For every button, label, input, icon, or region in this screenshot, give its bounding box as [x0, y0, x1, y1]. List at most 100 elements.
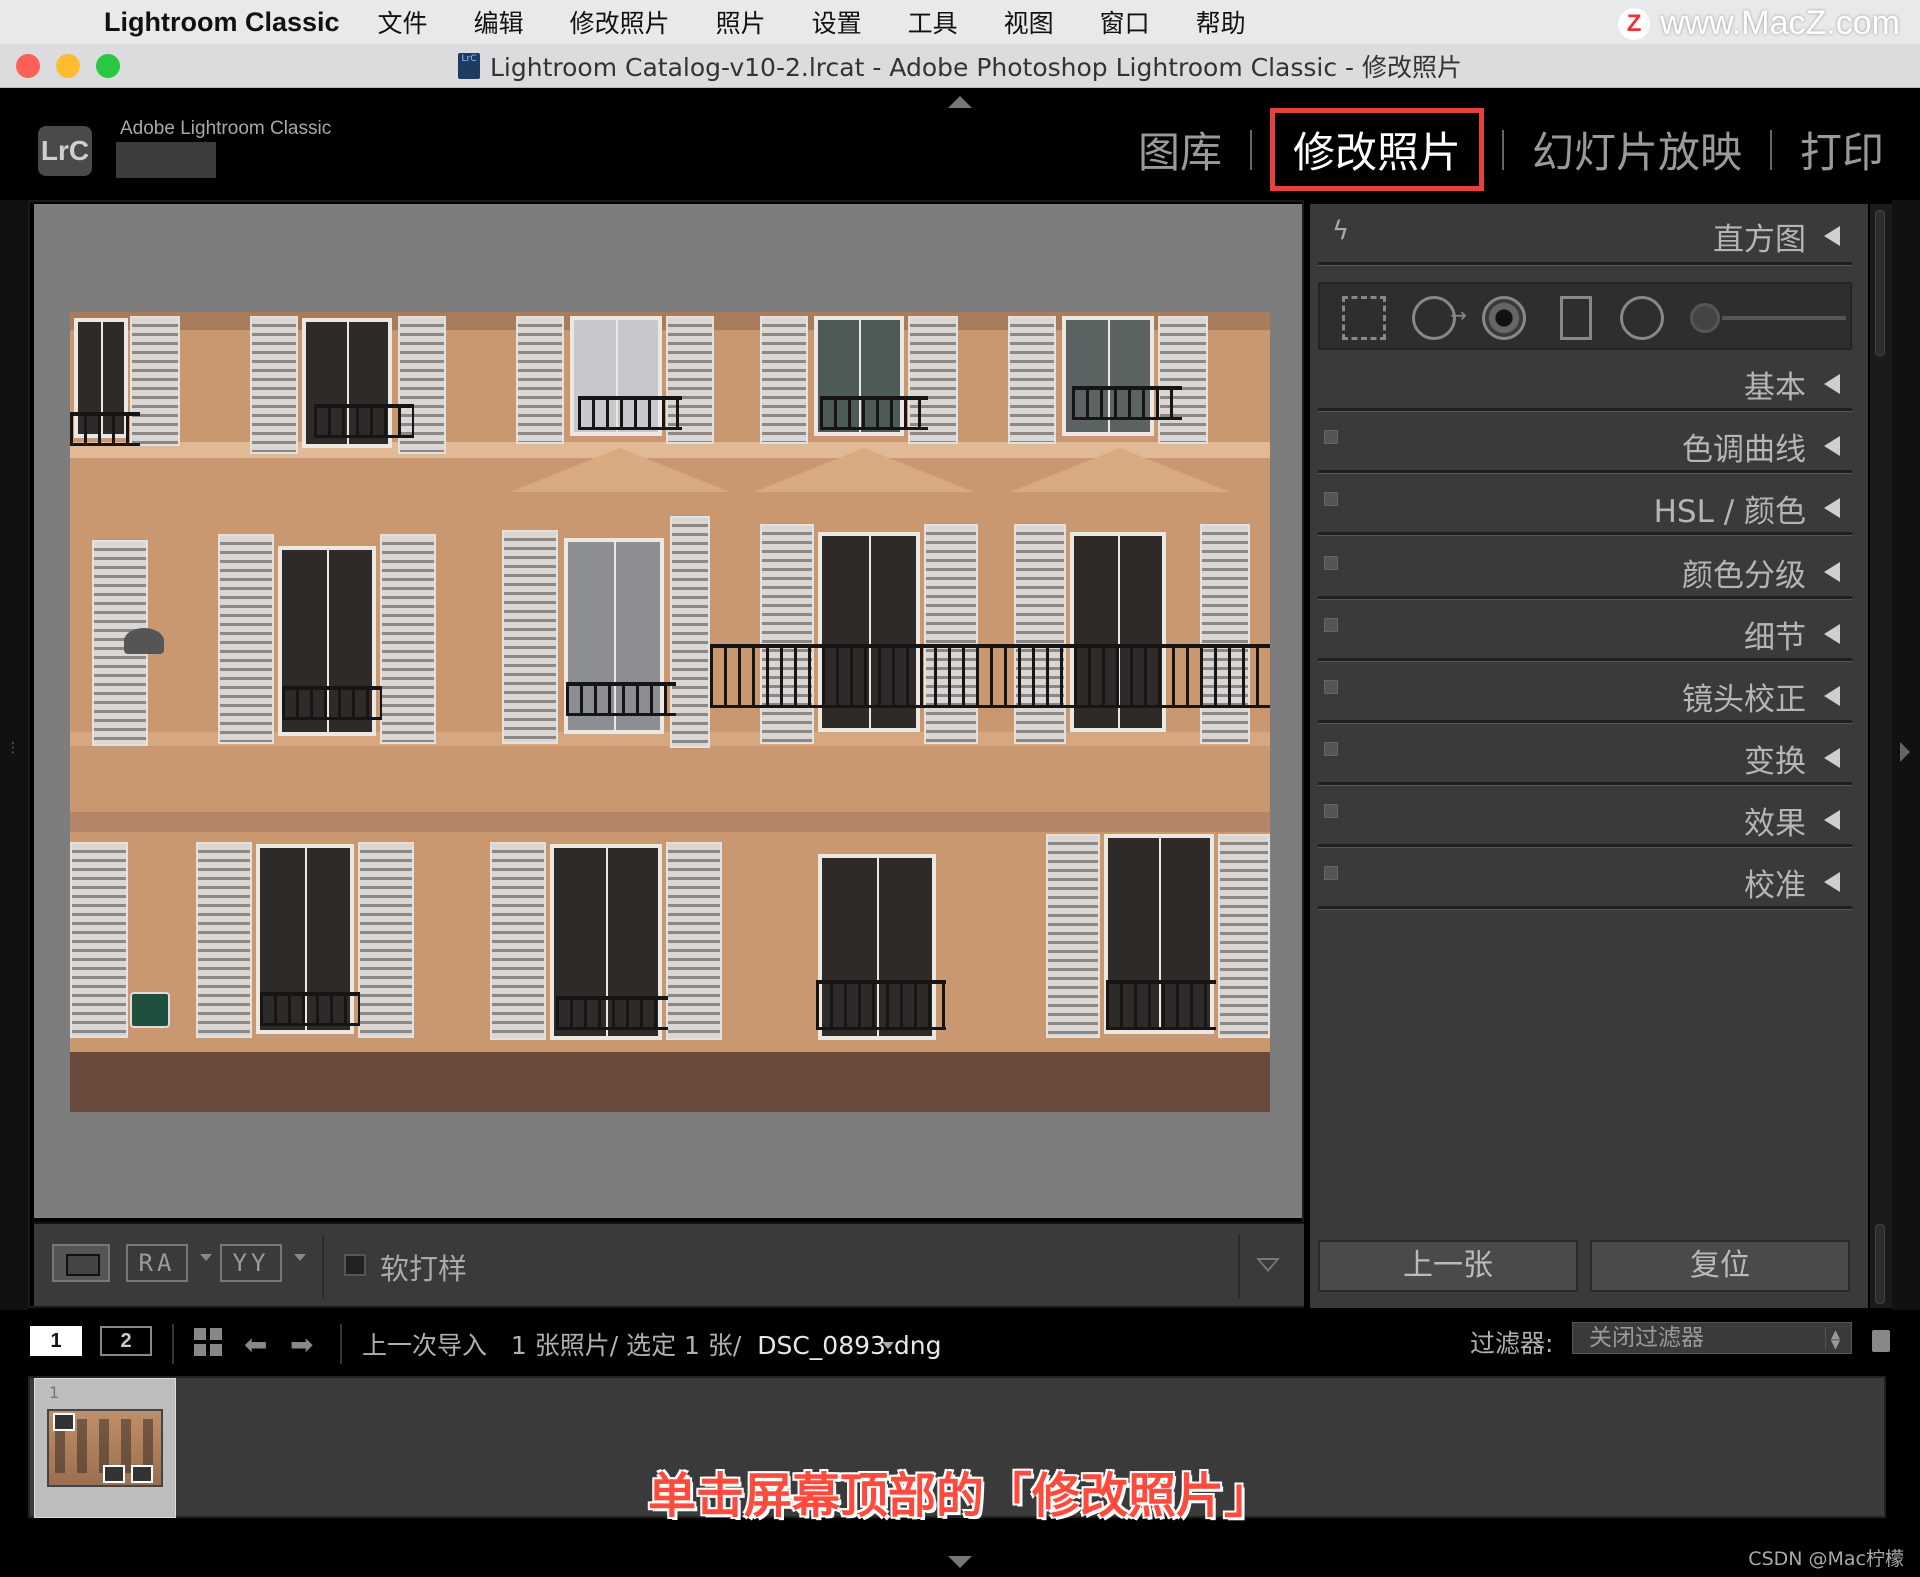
section-label[interactable]: 校准 — [1744, 860, 1806, 905]
menu-tools[interactable]: 工具 — [908, 4, 958, 40]
section-label[interactable]: 效果 — [1744, 798, 1806, 843]
section-toggle[interactable] — [1324, 680, 1338, 694]
left-panel-grip-icon[interactable]: ⋮ — [6, 740, 20, 756]
section-lens-corrections[interactable]: 镜头校正 — [1310, 668, 1858, 724]
section-toggle[interactable] — [1324, 492, 1338, 506]
panel-scrollbar[interactable] — [1870, 204, 1892, 1308]
triangle-left-icon[interactable] — [1824, 686, 1840, 706]
menu-file[interactable]: 文件 — [378, 4, 428, 40]
minimize-window-button[interactable] — [56, 54, 80, 78]
section-label[interactable]: 色调曲线 — [1682, 424, 1806, 469]
soft-proof-checkbox[interactable] — [344, 1254, 366, 1276]
triangle-left-icon[interactable] — [1824, 810, 1840, 830]
section-label[interactable]: HSL / 颜色 — [1654, 486, 1806, 531]
source-label[interactable]: 上一次导入 — [362, 1331, 487, 1360]
menu-photo[interactable]: 照片 — [716, 4, 766, 40]
section-calibration[interactable]: 校准 — [1310, 854, 1858, 910]
section-basic[interactable]: 基本 — [1310, 356, 1858, 412]
section-toggle[interactable] — [1324, 866, 1338, 880]
spot-removal-icon[interactable] — [1412, 296, 1467, 340]
section-divider — [1318, 906, 1852, 910]
previous-button[interactable]: 上一张 — [1318, 1240, 1578, 1292]
triangle-left-icon[interactable] — [1824, 226, 1840, 246]
menu-edit[interactable]: 编辑 — [474, 4, 524, 40]
triangle-left-icon[interactable] — [1824, 498, 1840, 518]
primary-display-button[interactable]: 1 — [30, 1326, 82, 1356]
section-detail[interactable]: 细节 — [1310, 606, 1858, 662]
graduated-filter-icon[interactable] — [1560, 296, 1592, 340]
filename-dropdown-icon[interactable] — [882, 1342, 894, 1349]
before-after-yy-button[interactable]: YY — [220, 1244, 282, 1282]
stepper-icon: ▲ ▼ — [1825, 1327, 1845, 1350]
crop-icon[interactable] — [1342, 296, 1386, 340]
triangle-left-icon[interactable] — [1824, 436, 1840, 456]
secondary-display-button[interactable]: 2 — [100, 1326, 152, 1356]
soft-proof-label[interactable]: 软打样 — [380, 1246, 467, 1288]
triangle-left-icon[interactable] — [1824, 872, 1840, 892]
filmstrip-source-breadcrumb[interactable]: 上一次导入 1 张照片/ 选定 1 张/ DSC_0893.dng — [362, 1326, 941, 1362]
module-library[interactable]: 图库 — [1128, 109, 1232, 190]
section-toggle[interactable] — [1324, 556, 1338, 570]
filter-label: 过滤器: — [1470, 1329, 1554, 1358]
radial-filter-icon[interactable] — [1620, 296, 1664, 340]
section-label[interactable]: 颜色分级 — [1682, 550, 1806, 595]
filter-lock-icon[interactable] — [1872, 1330, 1890, 1352]
module-develop[interactable]: 修改照片 — [1269, 108, 1484, 191]
histogram-label[interactable]: 直方图 — [1713, 214, 1806, 259]
scrollbar-thumb[interactable] — [1875, 210, 1885, 356]
toolbar-options-chevron-icon[interactable] — [1256, 1258, 1280, 1272]
arrow-right-icon[interactable]: ➡ — [290, 1328, 313, 1361]
lightning-icon[interactable]: ϟ — [1332, 216, 1349, 246]
menu-app-name[interactable]: Lightroom Classic — [104, 7, 340, 38]
menu-settings[interactable]: 设置 — [812, 4, 862, 40]
section-label[interactable]: 基本 — [1744, 362, 1806, 407]
yy-dropdown-icon[interactable] — [294, 1254, 306, 1261]
section-divider — [1318, 408, 1852, 412]
triangle-left-icon[interactable] — [1824, 562, 1840, 582]
module-print[interactable]: 打印 — [1790, 109, 1894, 190]
before-after-ra-button[interactable]: RA — [126, 1244, 188, 1282]
section-toggle[interactable] — [1324, 742, 1338, 756]
tool-strip — [1318, 282, 1852, 350]
section-label[interactable]: 镜头校正 — [1682, 674, 1806, 719]
section-label[interactable]: 细节 — [1744, 612, 1806, 657]
menu-help[interactable]: 帮助 — [1196, 4, 1246, 40]
ra-dropdown-icon[interactable] — [200, 1254, 212, 1261]
loupe-view-button[interactable] — [52, 1244, 110, 1282]
zoom-window-button[interactable] — [96, 54, 120, 78]
menu-develop[interactable]: 修改照片 — [570, 4, 670, 40]
collapse-top-panel-icon[interactable] — [948, 96, 972, 108]
collapse-filmstrip-icon[interactable] — [948, 1556, 972, 1568]
grid-view-icon[interactable] — [194, 1328, 222, 1356]
arrow-left-icon[interactable]: ⬅ — [244, 1328, 267, 1361]
section-divider — [1318, 782, 1852, 786]
section-label[interactable]: 变换 — [1744, 736, 1806, 781]
app-screen: Lightroom Classic 文件 编辑 修改照片 照片 设置 工具 视图… — [0, 0, 1920, 1577]
menu-window[interactable]: 窗口 — [1100, 4, 1150, 40]
thumbnail-index: 1 — [49, 1383, 60, 1402]
expand-right-panel-icon[interactable] — [1900, 742, 1910, 762]
adjustment-brush-icon[interactable] — [1690, 303, 1720, 333]
section-toggle[interactable] — [1324, 804, 1338, 818]
triangle-left-icon[interactable] — [1824, 624, 1840, 644]
filename-label[interactable]: DSC_0893.dng — [757, 1331, 941, 1360]
histogram-header[interactable]: ϟ 直方图 — [1310, 210, 1858, 266]
section-toggle[interactable] — [1324, 430, 1338, 444]
section-toggle[interactable] — [1324, 618, 1338, 632]
section-tone-curve[interactable]: 色调曲线 — [1310, 418, 1858, 474]
section-effects[interactable]: 效果 — [1310, 792, 1858, 848]
section-transform[interactable]: 变换 — [1310, 730, 1858, 786]
red-eye-icon[interactable] — [1482, 296, 1526, 340]
module-slideshow[interactable]: 幻灯片放映 — [1522, 109, 1752, 190]
triangle-left-icon[interactable] — [1824, 374, 1840, 394]
brush-slider[interactable] — [1722, 316, 1846, 320]
scrollbar-thumb[interactable] — [1875, 1224, 1885, 1304]
window-title: Lightroom Catalog-v10-2.lrcat - Adobe Ph… — [489, 52, 1462, 82]
menu-view[interactable]: 视图 — [1004, 4, 1054, 40]
filter-select[interactable]: 关闭过滤器 ▲ ▼ — [1572, 1322, 1852, 1354]
reset-button[interactable]: 复位 — [1590, 1240, 1850, 1292]
section-hsl[interactable]: HSL / 颜色 — [1310, 480, 1858, 536]
triangle-left-icon[interactable] — [1824, 748, 1840, 768]
close-window-button[interactable] — [16, 54, 40, 78]
section-color-grading[interactable]: 颜色分级 — [1310, 544, 1858, 600]
